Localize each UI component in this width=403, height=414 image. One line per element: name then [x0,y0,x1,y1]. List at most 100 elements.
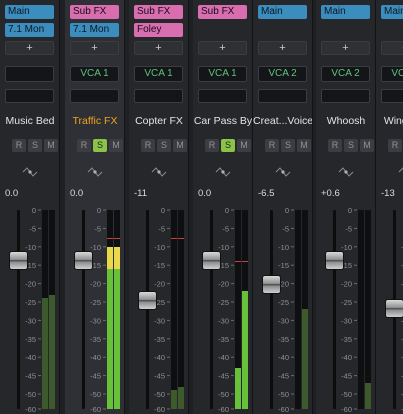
insert-slot[interactable] [321,89,370,103]
solo-button[interactable]: S [281,139,295,152]
channel-strip[interactable]: Main + VCA 2 Creat...Voice R S M -6.5 0 -5 -10 -15 -… [253,0,313,414]
record-button[interactable]: R [205,139,219,152]
channel-name[interactable]: Music Bed [0,115,59,129]
pan-control-icon[interactable] [338,166,354,178]
bus-assign-tag[interactable]: Sub FX [134,5,183,19]
bus-assign-tag[interactable]: Main [381,5,403,19]
channel-name[interactable]: Traffic FX [65,115,124,129]
channel-strip[interactable]: Sub FX Foley + VCA 1 Copter FX R S M -11 0 -5 -10 -1… [129,0,189,414]
solo-button[interactable]: S [344,139,358,152]
volume-fader[interactable] [10,252,27,269]
volume-fader[interactable] [386,299,403,317]
add-bus-button[interactable]: + [381,41,403,55]
vca-assign[interactable]: VCA 1 [70,66,119,82]
scale-tick-label: -30 [90,316,101,325]
bus-assign-tag[interactable]: Foley [134,23,183,37]
pan-control-icon[interactable] [398,166,403,178]
insert-slot[interactable] [134,89,183,103]
scale-tick-label: -45 [341,372,352,381]
vca-assign[interactable]: VCA 2 [321,66,370,82]
vca-assign[interactable]: VCA 1 [198,66,247,82]
record-button[interactable]: R [388,139,402,152]
scale-tick-label: -60 [90,405,101,414]
vca-assign[interactable]: VCA 1 [134,66,183,82]
scale-tick-label: -5 [345,224,352,233]
volume-fader[interactable] [203,252,220,269]
bus-assign-tag[interactable]: 7.1 Mon [5,23,54,37]
pan-control-icon[interactable] [215,166,231,178]
channel-name[interactable]: Copter FX [129,115,188,129]
scale-tick-label: -30 [218,316,229,325]
mute-button[interactable]: M [360,139,374,152]
pan-control-icon[interactable] [87,166,103,178]
add-bus-button[interactable]: + [258,41,307,55]
scale-tick-label: -45 [218,372,229,381]
bus-assign-tag[interactable]: Sub FX [198,5,247,19]
vca-assign[interactable]: VCA 2 [258,66,307,82]
record-button[interactable]: R [77,139,91,152]
add-bus-button[interactable]: + [198,41,247,55]
insert-slot[interactable] [258,89,307,103]
channel-name[interactable]: Whoosh [316,115,375,129]
scale-tick-label: -25 [218,298,229,307]
channel-strip[interactable]: Sub FX + VCA 1 Car Pass By R S M 0.0 0 -5 -10 -15 -2… [193,0,253,414]
record-button[interactable]: R [265,139,279,152]
mute-button[interactable]: M [237,139,251,152]
record-button[interactable]: R [141,139,155,152]
solo-button[interactable]: S [28,139,42,152]
channel-strip[interactable]: Main + VCA 2 Whoosh R S M +0.6 0 -5 -10 -15 -20 -25 -3… [316,0,376,414]
channel-name[interactable]: Creat...Voice [253,115,312,129]
level-meter-left [107,210,113,409]
pan-control-icon[interactable] [22,166,38,178]
solo-button[interactable]: S [221,139,235,152]
bus-assign-tag[interactable]: Main [321,5,370,19]
record-button[interactable]: R [328,139,342,152]
channel-name[interactable]: Wingman [376,115,403,129]
insert-slot[interactable] [5,89,54,103]
fader-track [333,210,336,409]
channel-strip[interactable]: Main 7.1 Mon + Music Bed R S M 0.0 0 -5 -10 -15 -20-… [0,0,60,414]
scale-tick-label: -25 [278,298,289,307]
channel-strip[interactable]: Sub FX 7.1 Mon + VCA 1 Traffic FX R S M 0.0 0 -5 -1… [65,0,125,414]
bus-assign-tag[interactable]: 7.1 Mon [70,23,119,37]
add-bus-button[interactable]: + [70,41,119,55]
solo-button[interactable]: S [157,139,171,152]
channel-strip[interactable]: Main+VCA 2WingmanRSM-130-5-10-15-20-25-3… [376,0,403,414]
peak-hold [171,238,177,240]
level-meter-left [171,210,177,409]
scale-tick-label: -30 [154,316,165,325]
add-bus-button[interactable]: + [321,41,370,55]
volume-readout: 0.0 [70,188,84,199]
volume-fader[interactable] [75,252,92,269]
mute-button[interactable]: M [297,139,311,152]
bus-assign-tag[interactable]: Main [258,5,307,19]
volume-fader[interactable] [263,275,280,293]
meter-fill [107,268,113,409]
solo-button[interactable]: S [93,139,107,152]
volume-fader[interactable] [326,252,343,269]
volume-readout: 0.0 [5,188,19,199]
add-bus-button[interactable]: + [134,41,183,55]
insert-slot[interactable] [70,89,119,103]
vca-assign[interactable]: VCA 2 [381,66,403,82]
scale-tick-label: -35 [341,335,352,344]
scale-tick-label: -50 [25,390,36,399]
mute-button[interactable]: M [109,139,123,152]
volume-readout: -6.5 [258,188,275,199]
bus-assign-tag[interactable]: Main [5,5,54,19]
channel-name[interactable]: Car Pass By [193,115,252,129]
scale-tick-label: -5 [158,224,165,233]
mute-button[interactable]: M [44,139,58,152]
vca-assign[interactable] [5,66,54,82]
record-button[interactable]: R [12,139,26,152]
add-bus-button[interactable]: + [5,41,54,55]
bus-assign-tag[interactable]: Sub FX [70,5,119,19]
pan-control-icon[interactable] [151,166,167,178]
insert-slot[interactable] [198,89,247,103]
level-meter-right [365,210,371,409]
mute-button[interactable]: M [173,139,187,152]
pan-control-icon[interactable] [275,166,291,178]
peak-hold [235,260,241,262]
volume-fader[interactable] [139,292,156,310]
insert-slot[interactable] [381,89,403,103]
